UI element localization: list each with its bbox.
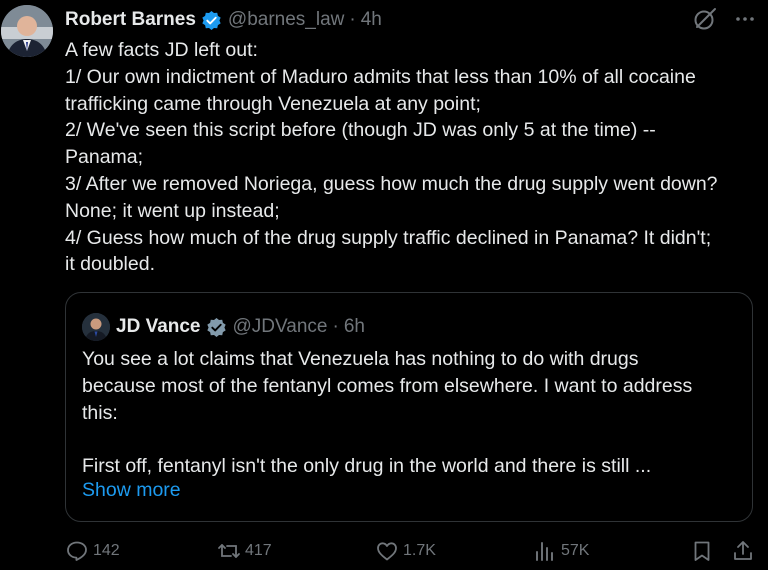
more-icon[interactable] (734, 8, 756, 30)
tweet-text-line: it doubled. (65, 253, 155, 276)
show-more-link[interactable]: Show more (82, 479, 181, 502)
tweet-text: A few facts JD left out: 1/ Our own indi… (65, 37, 755, 278)
views-count: 57K (561, 542, 590, 559)
quoted-author-handle[interactable]: @JDVance (233, 316, 328, 338)
tweet-text-line: Panama; (65, 146, 144, 169)
tweet-text-line: 4/ Guess how much of the drug supply tra… (65, 226, 712, 249)
grok-icon[interactable] (692, 6, 718, 32)
tweet-text-line: A few facts JD left out: (65, 39, 258, 61)
views-button[interactable]: 57K (533, 539, 589, 563)
tweet-timestamp[interactable]: 4h (361, 9, 382, 31)
separator-dot: · (349, 9, 356, 30)
repost-button[interactable]: 417 (217, 539, 272, 563)
bookmark-icon (694, 541, 710, 561)
quoted-text-line: You see a lot claims that Venezuela has … (82, 348, 639, 370)
quoted-tweet-timestamp[interactable]: 6h (344, 316, 365, 338)
like-button[interactable]: 1.7K (375, 539, 436, 563)
author-avatar[interactable] (1, 5, 53, 57)
verified-badge-icon (201, 10, 222, 31)
reply-button[interactable]: 142 (65, 539, 120, 563)
share-button[interactable] (731, 539, 759, 563)
tweet-text-line: None; it went up instead; (65, 199, 280, 222)
action-bar: 142 417 1.7K 57K (65, 539, 755, 565)
reply-icon (67, 541, 87, 561)
quoted-tweet-header: JD Vance @JDVance · 6h (82, 313, 365, 341)
tweet-text-line: 1/ Our own indictment of Maduro admits t… (65, 65, 696, 88)
quoted-author-avatar[interactable] (82, 313, 110, 341)
reply-count: 142 (93, 542, 120, 559)
quoted-text-line: this: (82, 401, 118, 424)
tweet-text-line: 2/ We've seen this script before (though… (65, 119, 656, 142)
quoted-text-blank-line (82, 426, 742, 453)
share-icon (734, 541, 752, 560)
tweet-text-line: 3/ After we removed Noriega, guess how m… (65, 172, 718, 195)
repost-icon (218, 544, 240, 558)
quoted-tweet-text: You see a lot claims that Venezuela has … (82, 346, 742, 480)
like-count: 1.7K (403, 542, 436, 559)
views-icon (536, 542, 553, 561)
author-name[interactable]: Robert Barnes (65, 9, 196, 31)
like-icon (377, 542, 397, 561)
quoted-author-name[interactable]: JD Vance (116, 316, 201, 338)
tweet-text-line: trafficking came through Venezuela at an… (65, 92, 481, 115)
author-handle[interactable]: @barnes_law (228, 9, 344, 31)
top-right-actions (692, 6, 756, 32)
quoted-tweet[interactable]: JD Vance @JDVance · 6h You see a lot cla… (65, 292, 753, 522)
bookmark-button[interactable] (690, 539, 718, 563)
quoted-text-line: First off, fentanyl isn't the only drug … (82, 455, 652, 478)
separator-dot: · (332, 316, 339, 337)
tweet-header: Robert Barnes @barnes_law · 4h (65, 8, 382, 32)
quoted-text-line: because most of the fentanyl comes from … (82, 374, 693, 397)
repost-count: 417 (245, 542, 272, 559)
verified-badge-icon (206, 317, 227, 338)
